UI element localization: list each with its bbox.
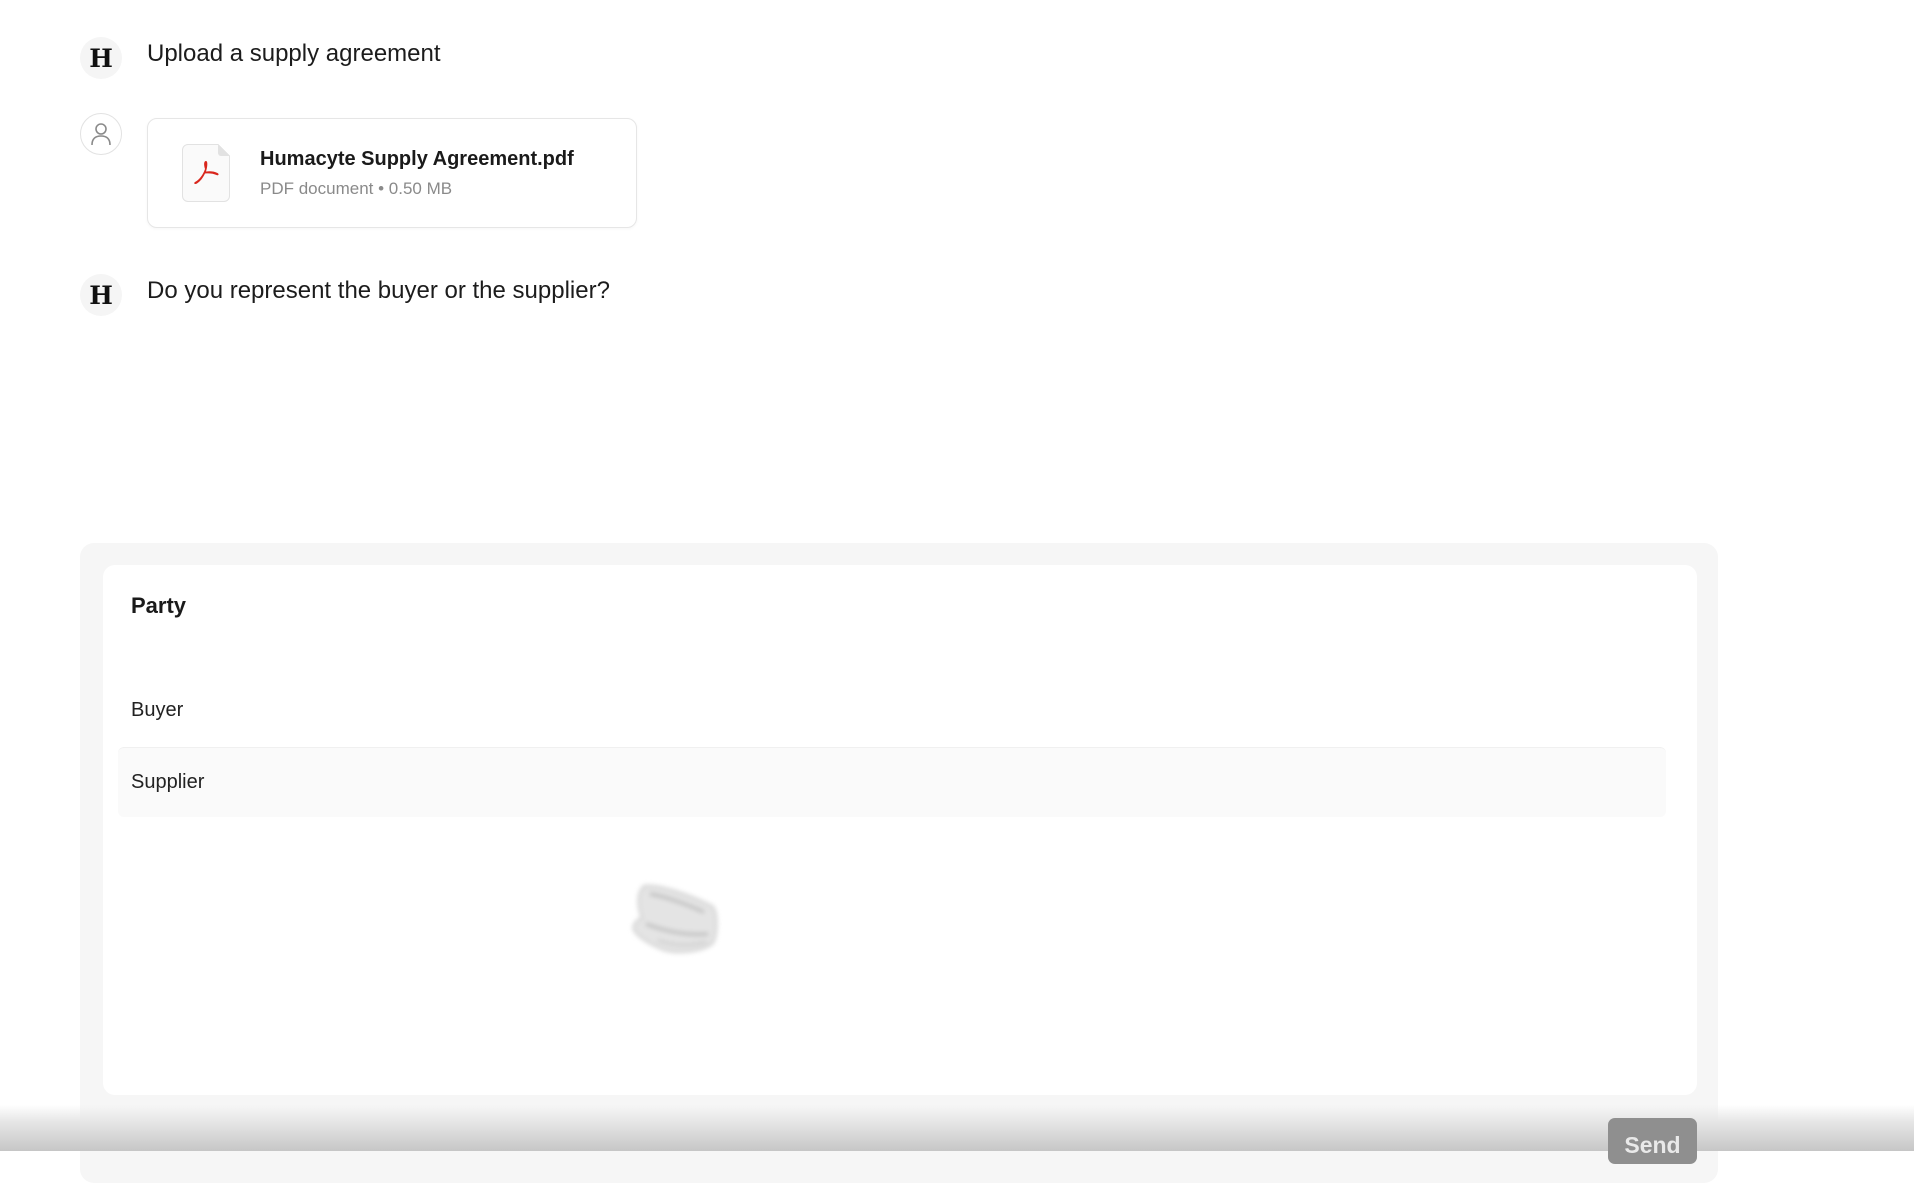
user-icon (91, 123, 111, 146)
file-attachment-card[interactable]: Humacyte Supply Agreement.pdf PDF docume… (147, 118, 637, 228)
assistant-avatar-letter: H (89, 280, 113, 310)
assistant-avatar: H (80, 274, 122, 316)
party-title: Party (131, 593, 187, 618)
file-meta: PDF document • 0.50 MB (260, 178, 453, 198)
mouse-cursor-icon (632, 884, 718, 953)
assistant-avatar: H (80, 37, 122, 79)
pdf-icon (194, 161, 219, 185)
party-selector: Party Buyer Supplier (103, 565, 1697, 1095)
assistant-message: H Upload a supply agreement (80, 37, 441, 79)
assistant-question-text: Do you represent the buyer or the suppli… (147, 277, 610, 304)
assistant-message-text: Upload a supply agreement (147, 40, 441, 67)
party-option-supplier[interactable]: Supplier (118, 747, 1666, 817)
party-option-buyer[interactable]: Buyer (118, 675, 1666, 745)
file-info: Humacyte Supply Agreement.pdf PDF docume… (260, 146, 574, 201)
user-avatar (80, 113, 122, 155)
send-button[interactable]: Send (1608, 1118, 1697, 1164)
assistant-avatar-letter: H (89, 43, 113, 73)
party-option-label: Buyer (131, 698, 184, 721)
pdf-file-icon (182, 144, 230, 202)
user-message: Humacyte Supply Agreement.pdf PDF docume… (80, 113, 637, 228)
party-option-label: Supplier (131, 771, 205, 793)
file-name: Humacyte Supply Agreement.pdf (260, 147, 574, 170)
assistant-question-message: H Do you represent the buyer or the supp… (80, 274, 610, 316)
